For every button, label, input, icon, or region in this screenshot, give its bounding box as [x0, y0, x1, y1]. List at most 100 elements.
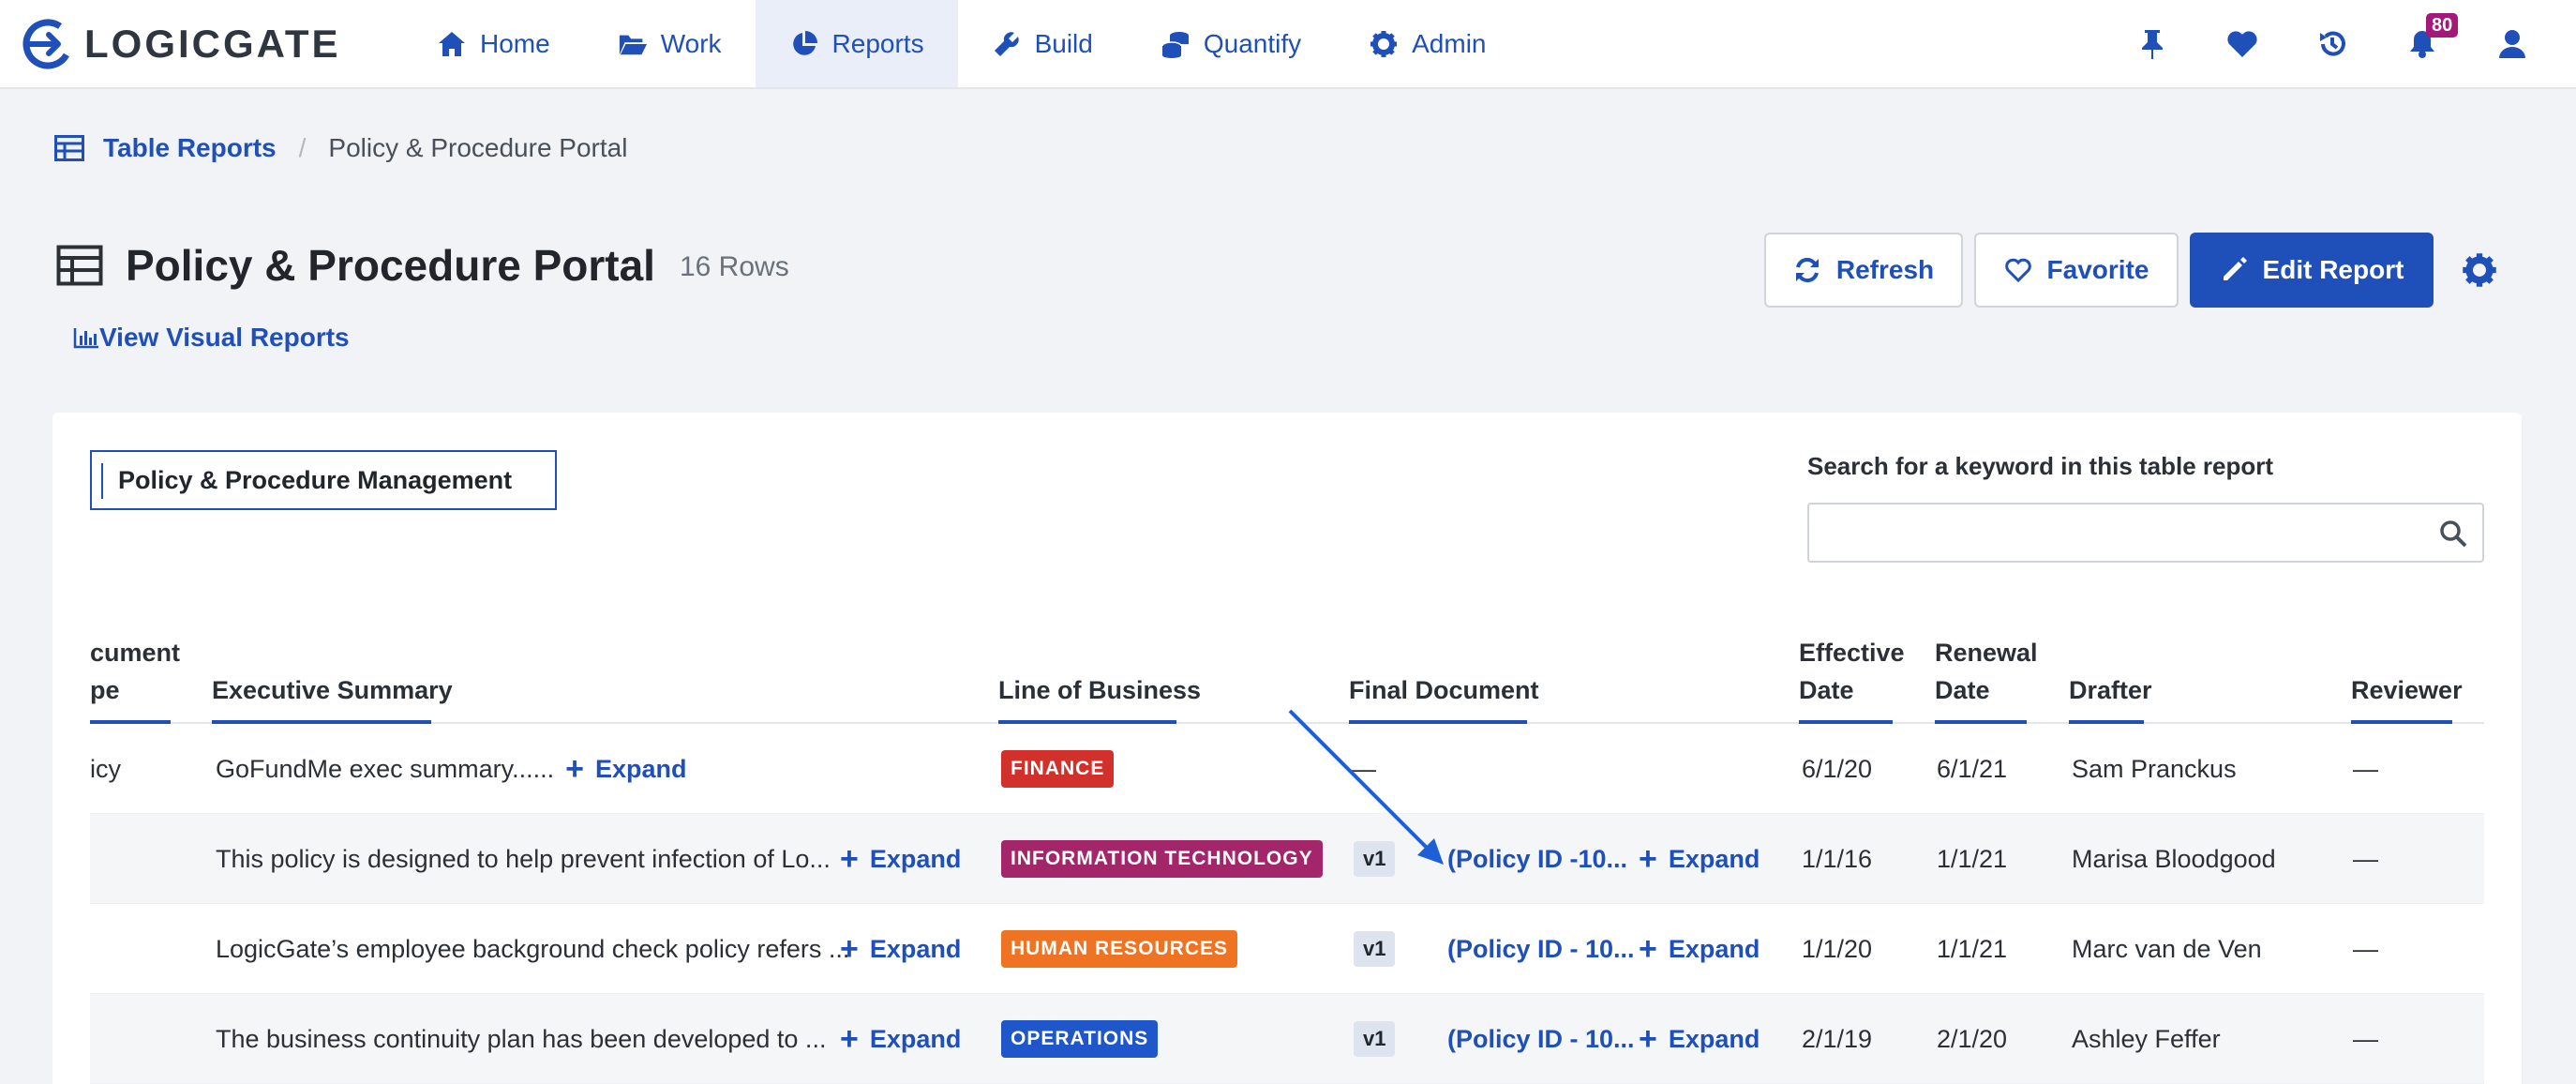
- expand-button[interactable]: + Expand: [840, 933, 961, 965]
- nav-build-label: Build: [1034, 28, 1093, 58]
- executive-summary-expand-cell: + Expand: [840, 994, 961, 1084]
- user-icon: [2499, 29, 2525, 58]
- nav-reports[interactable]: Reports: [755, 0, 958, 87]
- nav-work-label: Work: [660, 28, 722, 58]
- history-icon: [2320, 31, 2345, 56]
- pin-button[interactable]: [2107, 0, 2197, 87]
- column-header-reviewer[interactable]: Reviewer: [2351, 671, 2463, 724]
- final-document-expand-cell: + Expand: [1639, 814, 1760, 904]
- executive-summary-cell: The business continuity plan has been de…: [216, 994, 826, 1084]
- plus-icon: +: [1639, 931, 1657, 967]
- expand-button[interactable]: + Expand: [565, 753, 686, 785]
- expand-label: Expand: [594, 754, 687, 783]
- executive-summary-cell: GoFundMe exec summary...... + Expand: [216, 724, 687, 814]
- executive-summary-expand-cell: + Expand: [840, 814, 961, 904]
- expand-label: Expand: [1668, 844, 1760, 873]
- plus-icon: +: [565, 751, 584, 787]
- gear-icon: [2463, 253, 2496, 287]
- document-type-cell: icy: [90, 754, 121, 783]
- expand-button[interactable]: + Expand: [1639, 843, 1760, 875]
- version-cell: v1: [1354, 904, 1396, 994]
- page-header: Policy & Procedure Portal 16 Rows: [56, 240, 789, 291]
- breadcrumb-table-reports-link[interactable]: Table Reports: [103, 133, 277, 163]
- drafter-cell: Marc van de Ven: [2072, 934, 2262, 963]
- status-badge: INFORMATION TECHNOLOGY: [1001, 840, 1323, 878]
- nav-admin[interactable]: Admin: [1335, 0, 1520, 87]
- search-input[interactable]: [1809, 504, 2409, 561]
- version-badge: v1: [1354, 841, 1396, 877]
- final-document-link[interactable]: (Policy ID - 10...: [1447, 1025, 1635, 1054]
- reviewer-cell: —: [2353, 844, 2378, 873]
- column-header-line-of-business[interactable]: Line of Business: [998, 671, 1201, 724]
- table-icon: [54, 135, 84, 161]
- expand-button[interactable]: + Expand: [840, 843, 961, 875]
- column-header-drafter[interactable]: Drafter: [2069, 671, 2152, 724]
- nav-quantify[interactable]: Quantify: [1127, 0, 1335, 87]
- edit-report-button[interactable]: Edit Report: [2190, 233, 2434, 308]
- view-visual-reports-link[interactable]: View Visual Reports: [73, 323, 350, 353]
- plus-icon: +: [840, 841, 859, 877]
- refresh-button[interactable]: Refresh: [1764, 233, 1963, 308]
- expand-button[interactable]: + Expand: [840, 1023, 961, 1055]
- expand-button[interactable]: + Expand: [1639, 933, 1760, 965]
- expand-label: Expand: [869, 1024, 962, 1053]
- table-row[interactable]: icy GoFundMe exec summary...... + Expand …: [90, 724, 2484, 814]
- refresh-label: Refresh: [1835, 255, 1935, 284]
- page-title: Policy & Procedure Portal: [126, 241, 655, 290]
- search-box: [1807, 503, 2484, 563]
- nav-work[interactable]: Work: [584, 0, 756, 87]
- report-settings-button[interactable]: [2462, 252, 2497, 288]
- column-header-final-document[interactable]: Final Document: [1349, 671, 1539, 724]
- logicgate-logo[interactable]: LOGICGATE: [21, 17, 341, 71]
- final-document-expand-cell: + Expand: [1639, 994, 1760, 1084]
- notifications-button[interactable]: 80: [2377, 0, 2467, 87]
- view-visual-reports-label: View Visual Reports: [99, 323, 350, 352]
- table-row[interactable]: This policy is designed to help prevent …: [90, 814, 2484, 904]
- report-card: Policy & Procedure Management Search for…: [52, 413, 2522, 1084]
- nav-home-label: Home: [480, 28, 550, 58]
- status-badge: FINANCE: [1001, 750, 1115, 788]
- column-header-document-type[interactable]: cument pe: [90, 634, 180, 724]
- nav-home[interactable]: Home: [403, 0, 584, 87]
- expand-button[interactable]: + Expand: [1639, 1023, 1760, 1055]
- column-header-executive-summary[interactable]: Executive Summary: [212, 671, 453, 724]
- drafter-cell: Ashley Feffer: [2072, 1024, 2221, 1053]
- expand-label: Expand: [869, 934, 962, 963]
- drafter-cell: Marisa Bloodgood: [2072, 844, 2276, 873]
- column-header-renewal-date[interactable]: Renewal Date: [1935, 634, 2038, 724]
- renewal-date-cell: 1/1/21: [1937, 844, 2008, 873]
- table-row[interactable]: The business continuity plan has been de…: [90, 994, 2484, 1084]
- plus-icon: +: [1639, 1021, 1657, 1057]
- nav-build[interactable]: Build: [958, 0, 1127, 87]
- favorites-button[interactable]: [2197, 0, 2287, 87]
- version-badge: v1: [1354, 1021, 1396, 1057]
- coins-icon: [1161, 29, 1191, 59]
- line-of-business-cell: FINANCE: [1001, 724, 1115, 814]
- user-menu-button[interactable]: [2467, 0, 2557, 87]
- notification-count-badge: 80: [2426, 13, 2459, 38]
- drafter-cell: Sam Pranckus: [2072, 754, 2237, 783]
- wrench-icon: [992, 29, 1022, 59]
- favorite-button[interactable]: Favorite: [1974, 233, 2179, 308]
- row-count: 16 Rows: [679, 251, 789, 282]
- final-document-cell: (Policy ID - 10...: [1447, 994, 1635, 1084]
- pin-icon: [2142, 29, 2163, 59]
- column-header-effective-date[interactable]: Effective Date: [1799, 634, 1905, 724]
- final-document-link[interactable]: (Policy ID - 10...: [1447, 935, 1635, 964]
- bar-chart-icon: [73, 328, 98, 349]
- plus-icon: +: [1639, 841, 1657, 877]
- refresh-icon: [1793, 256, 1821, 284]
- breadcrumb: Table Reports / Policy & Procedure Porta…: [54, 133, 627, 163]
- header-actions: 80: [2107, 0, 2557, 87]
- final-document-link[interactable]: (Policy ID -10...: [1447, 845, 1627, 874]
- history-button[interactable]: [2287, 0, 2377, 87]
- executive-summary-cell: LogicGate’s employee background check po…: [216, 904, 849, 994]
- expand-label: Expand: [1668, 1024, 1760, 1053]
- table-row[interactable]: LogicGate’s employee background check po…: [90, 904, 2484, 994]
- search-icon[interactable]: [2439, 519, 2467, 548]
- pie-chart-icon: [789, 29, 819, 59]
- heart-outline-icon: [2004, 257, 2032, 283]
- effective-date-cell: 1/1/16: [1802, 844, 1873, 873]
- status-badge: OPERATIONS: [1001, 1020, 1159, 1058]
- workflow-tab[interactable]: Policy & Procedure Management: [90, 450, 557, 510]
